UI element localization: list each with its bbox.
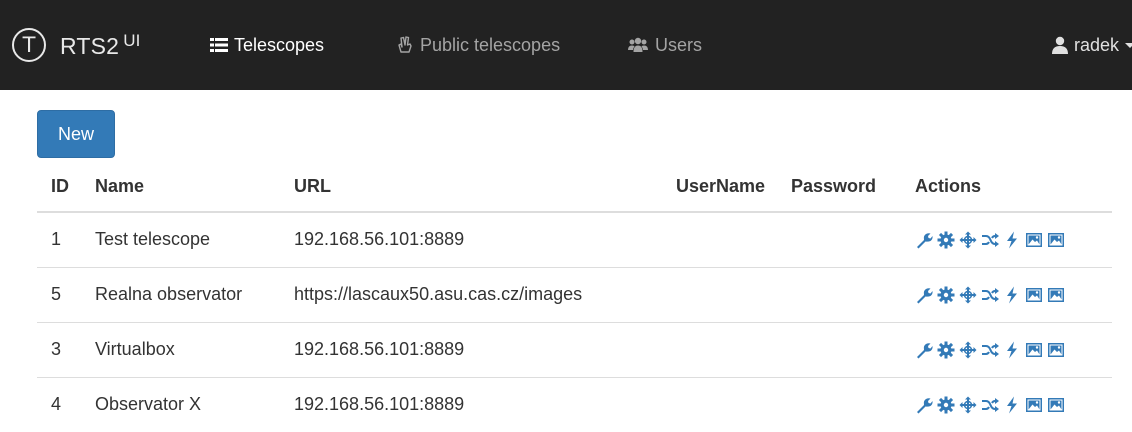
cell-name: Realna observator [95,266,294,322]
column-header-id: ID [37,162,95,213]
picture-icon[interactable] [1025,231,1043,249]
picture-icon[interactable] [1047,231,1065,249]
user-menu[interactable]: radek [1052,0,1132,90]
wrench-icon[interactable] [915,341,933,359]
column-header-password: Password [791,162,915,213]
cell-id: 3 [37,321,95,377]
cell-username [676,266,791,322]
action-icons [915,396,1112,414]
cell-id: 5 [37,266,95,322]
move-icon[interactable] [959,231,977,249]
nav-users[interactable]: Users [627,0,702,90]
user-name: radek [1074,34,1120,55]
nav-public-telescopes-label: Public telescopes [420,34,561,55]
picture-icon[interactable] [1047,396,1065,414]
table-row: 4 Observator X 192.168.56.101:8889 [37,376,1112,432]
cell-url: 192.168.56.101:8889 [294,376,676,432]
cell-username [676,212,791,267]
column-header-url: URL [294,162,676,213]
flash-icon[interactable] [1003,396,1021,414]
cog-icon[interactable] [937,231,955,249]
column-header-actions: Actions [915,162,1112,213]
random-icon[interactable] [981,396,999,414]
cell-actions [915,212,1112,267]
column-header-username: UserName [676,162,791,213]
move-icon[interactable] [959,341,977,359]
cell-id: 1 [51,229,62,250]
picture-icon[interactable] [1047,341,1065,359]
cell-name: Test telescope [95,229,211,250]
picture-icon[interactable] [1047,286,1065,304]
caret-down-icon [1125,42,1132,48]
picture-icon[interactable] [1025,396,1043,414]
move-icon[interactable] [959,286,977,304]
action-icons [915,286,1112,304]
cell-username [676,321,791,377]
flash-icon[interactable] [1003,341,1021,359]
navbar: T RTS2 UI Telescopes Public telescopes Us… [0,0,1132,90]
nav-public-telescopes[interactable]: Public telescopes [396,0,560,90]
logo-icon: T [12,28,46,62]
cell-password [791,321,915,377]
cell-actions [915,376,1112,432]
cell-name: Virtualbox [95,321,294,377]
cell-password [791,376,915,432]
wrench-icon[interactable] [915,396,933,414]
cell-actions [915,321,1112,377]
list-icon [210,37,228,53]
wrench-icon[interactable] [915,231,933,249]
cog-icon[interactable] [937,396,955,414]
cell-url: 192.168.56.101:8889 [294,229,465,250]
cell-url: https://lascaux50.asu.cas.cz/images [294,266,676,322]
brand-link[interactable]: T RTS2 UI [12,0,141,90]
table-row: 3 Virtualbox 192.168.56.101:8889 [37,321,1112,377]
nav-users-label: Users [655,34,703,55]
flash-icon[interactable] [1003,286,1021,304]
telescopes-table: ID Name URL UserName Password Actions 1 T… [37,162,1112,432]
cell-password [791,266,915,322]
action-icons [915,341,1112,359]
random-icon[interactable] [981,286,999,304]
hand-peace-icon [396,36,414,54]
wrench-icon[interactable] [915,286,933,304]
cell-name: Observator X [95,376,294,432]
action-icons [915,231,1112,249]
users-icon [627,37,649,53]
cell-actions [915,266,1112,322]
cell-password [791,212,915,267]
move-icon[interactable] [959,396,977,414]
random-icon[interactable] [981,341,999,359]
random-icon[interactable] [981,231,999,249]
new-telescope-button[interactable]: New [37,110,115,158]
cog-icon[interactable] [937,286,955,304]
cell-url: 192.168.56.101:8889 [294,321,676,377]
cog-icon[interactable] [937,341,955,359]
nav-telescopes[interactable]: Telescopes [210,0,324,90]
table-header-row: ID Name URL UserName Password Actions [37,162,1112,213]
column-header-name: Name [95,162,294,213]
cell-username [676,376,791,432]
picture-icon[interactable] [1025,286,1043,304]
nav-telescopes-label: Telescopes [234,34,325,55]
cell-id: 4 [37,376,95,432]
table-row: 5 Realna observator https://lascaux50.asu.… [37,266,1112,322]
table-row: 1 Test telescope 192.168.56.101:8889 [37,212,1112,267]
picture-icon[interactable] [1025,341,1043,359]
brand-title: RTS2 UI [60,30,141,59]
user-icon [1052,36,1068,54]
flash-icon[interactable] [1003,231,1021,249]
